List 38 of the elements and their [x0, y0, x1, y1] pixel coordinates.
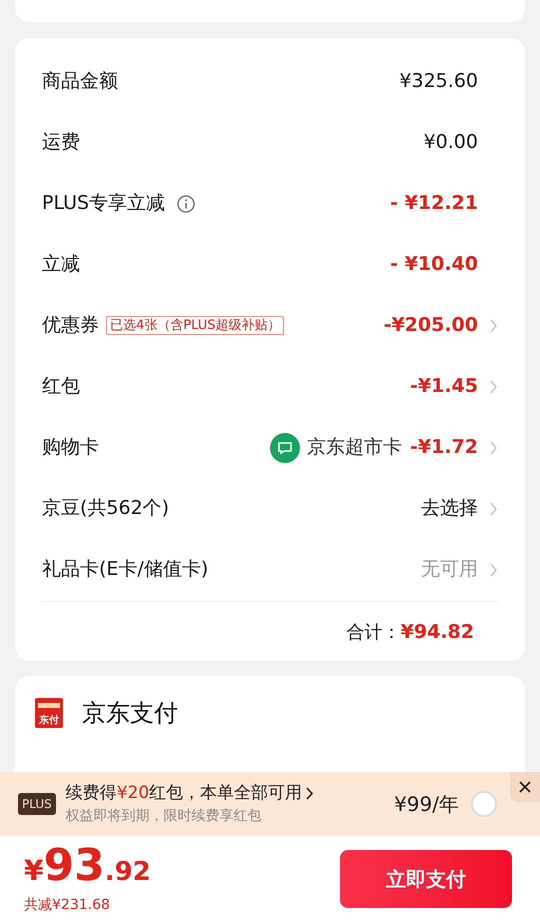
row-label: 京豆(共562个) [42, 496, 170, 522]
banner-title[interactable]: 续费得¥20红包，本单全部可用 [66, 780, 302, 806]
icon-label: 东付 [39, 714, 59, 726]
row-value: - ¥12.21 [390, 191, 478, 216]
row-value: ¥325.60 [399, 69, 478, 94]
close-button[interactable] [510, 772, 540, 802]
row-value: 无可用 [421, 557, 478, 582]
row-value: 去选择 [421, 496, 478, 522]
close-icon [519, 781, 531, 793]
row-label: 运费 [42, 130, 80, 156]
row-label: 商品金额 [42, 69, 118, 94]
chevron-icon [306, 787, 314, 800]
coupon-tag: 已选4张（含PLUS超级补贴） [106, 316, 284, 335]
row-value: - ¥10.40 [390, 252, 478, 278]
row-label: 购物卡 [42, 435, 99, 460]
renewal-radio[interactable] [471, 791, 497, 817]
row-label: 优惠券 [42, 313, 99, 338]
row-value: -¥205.00 [384, 313, 478, 338]
renewal-price: ¥99/年 [394, 791, 459, 818]
pay-amount: ¥93.92 [24, 844, 151, 893]
card-icon [270, 432, 300, 462]
total-amount: ¥94.82 [400, 620, 474, 645]
row-value: ¥0.00 [424, 130, 478, 156]
row-value: -¥1.45 [410, 374, 478, 400]
banner-subtitle: 权益即将到期，限时续费享红包 [66, 807, 263, 826]
plus-badge: PLUS [18, 793, 56, 815]
row-label: PLUS专享立减 [42, 191, 166, 216]
card-name: 京东超市卡 [307, 435, 402, 460]
row-label: 礼品卡(E卡/储值卡) [42, 557, 208, 582]
row-value: -¥1.72 [410, 435, 478, 460]
saving-amount: 共减¥231.68 [24, 897, 111, 913]
payment-method-title: 京东支付 [82, 698, 178, 728]
row-label: 立减 [42, 252, 80, 278]
wallet-icon [35, 698, 63, 728]
row-label: 红包 [42, 374, 80, 400]
total-label: 合计： [346, 620, 401, 645]
info-icon[interactable] [177, 194, 196, 212]
pay-button[interactable]: 立即支付 [340, 850, 512, 908]
